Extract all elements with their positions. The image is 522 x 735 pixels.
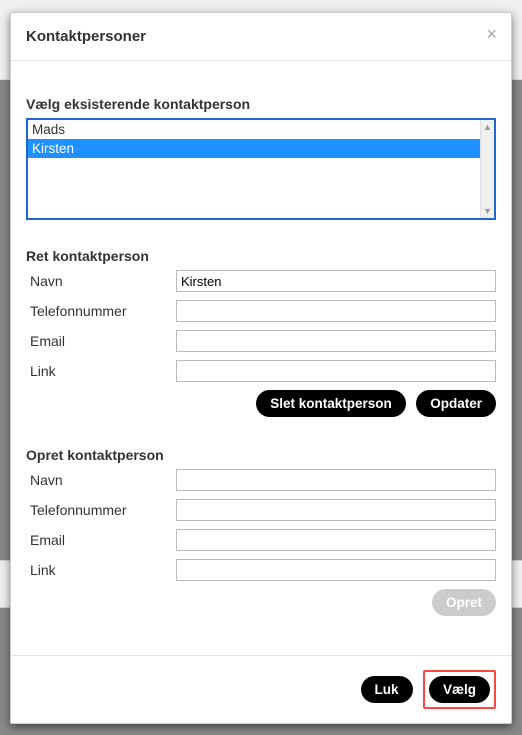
edit-phone-label: Telefonnummer	[26, 303, 176, 319]
create-phone-label: Telefonnummer	[26, 502, 176, 518]
select-existing-label: Vælg eksisterende kontaktperson	[26, 96, 496, 112]
select-button[interactable]: Vælg	[429, 676, 490, 703]
edit-phone-input[interactable]	[176, 300, 496, 322]
create-phone-input[interactable]	[176, 499, 496, 521]
create-link-input[interactable]	[176, 559, 496, 581]
contacts-modal: Kontaktpersoner × Vælg eksisterende kont…	[10, 12, 512, 724]
modal-title: Kontaktpersoner	[26, 28, 496, 45]
delete-contact-button[interactable]: Slet kontaktperson	[256, 390, 406, 417]
contact-listbox[interactable]: Mads Kirsten ▲ ▼	[26, 118, 496, 220]
scroll-down-icon[interactable]: ▼	[481, 204, 494, 218]
create-email-input[interactable]	[176, 529, 496, 551]
close-button[interactable]: Luk	[361, 676, 413, 703]
create-contact-button[interactable]: Opret	[432, 589, 496, 616]
create-email-label: Email	[26, 532, 176, 548]
edit-link-label: Link	[26, 363, 176, 379]
modal-header: Kontaktpersoner ×	[11, 13, 511, 61]
create-name-input[interactable]	[176, 469, 496, 491]
create-name-label: Navn	[26, 472, 176, 488]
modal-body: Vælg eksisterende kontaktperson Mads Kir…	[11, 61, 511, 655]
edit-email-input[interactable]	[176, 330, 496, 352]
list-item[interactable]: Kirsten	[28, 139, 480, 158]
edit-contact-label: Ret kontaktperson	[26, 248, 496, 264]
edit-link-input[interactable]	[176, 360, 496, 382]
create-contact-label: Opret kontaktperson	[26, 447, 496, 463]
edit-email-label: Email	[26, 333, 176, 349]
select-button-highlight: Vælg	[423, 670, 496, 709]
update-contact-button[interactable]: Opdater	[416, 390, 496, 417]
scroll-up-icon[interactable]: ▲	[481, 120, 494, 134]
create-link-label: Link	[26, 562, 176, 578]
modal-footer: Luk Vælg	[11, 655, 511, 723]
edit-name-input[interactable]	[176, 270, 496, 292]
close-icon[interactable]: ×	[486, 25, 497, 43]
edit-name-label: Navn	[26, 273, 176, 289]
list-item[interactable]: Mads	[28, 120, 480, 139]
listbox-scrollbar[interactable]: ▲ ▼	[480, 120, 494, 218]
